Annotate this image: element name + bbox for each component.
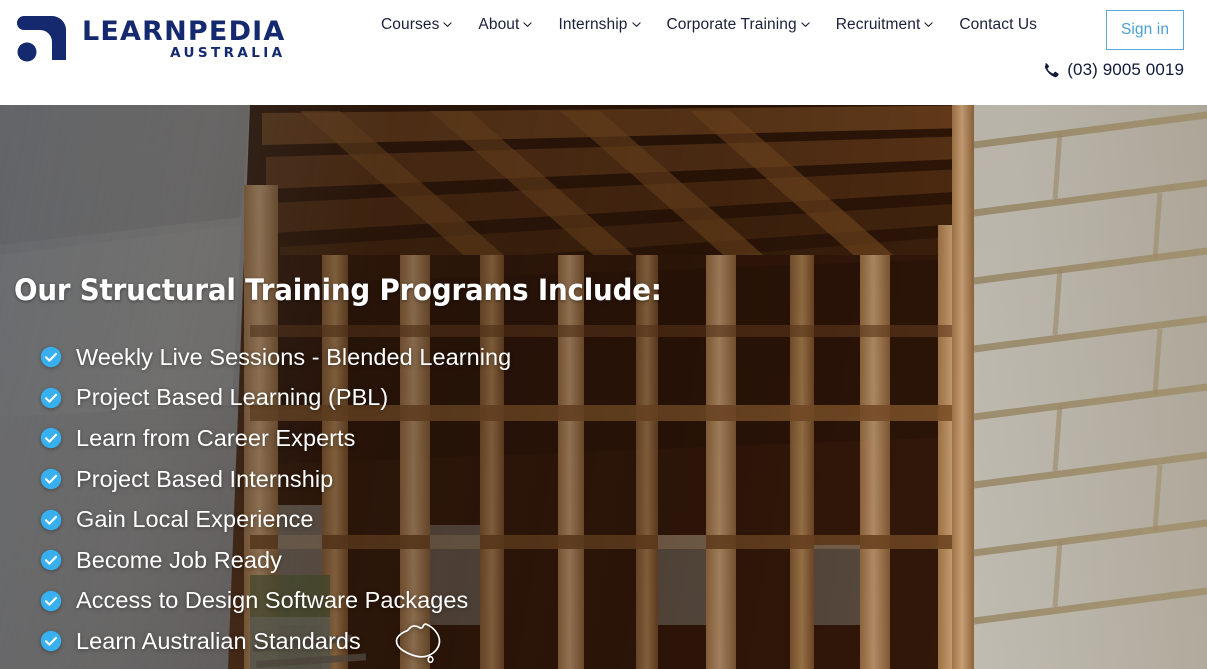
- nav-label: Courses: [381, 16, 440, 33]
- nav-item-recruitment[interactable]: Recruitment: [823, 16, 947, 34]
- list-item: Learn from Career Experts: [40, 418, 511, 459]
- list-item: Become Job Ready: [40, 540, 511, 581]
- list-item: Project Based Internship: [40, 459, 511, 500]
- list-item: Project Based Learning (PBL): [40, 378, 511, 419]
- check-circle-icon: [40, 549, 62, 571]
- nav-item-internship[interactable]: Internship: [545, 16, 653, 34]
- nav-item-about[interactable]: About: [465, 16, 545, 34]
- logo-brand-name: LEARNPEDIA: [82, 15, 286, 47]
- main-navigation: Courses About Internship Corporate Train…: [368, 16, 1050, 34]
- chevron-down-icon: [443, 20, 453, 29]
- chevron-down-icon: [631, 20, 641, 29]
- logo-brand-subtitle: AUSTRALIA: [170, 44, 286, 61]
- list-item: Learn Australian Standards: [40, 618, 511, 664]
- phone-number-text: (03) 9005 0019: [1067, 60, 1184, 79]
- feature-label: Project Based Internship: [76, 465, 334, 492]
- check-circle-icon: [40, 387, 62, 409]
- feature-label: Project Based Learning (PBL): [76, 384, 389, 411]
- hero-banner: Our Structural Training Programs Include…: [0, 105, 1207, 669]
- nav-label: Contact Us: [959, 16, 1038, 33]
- chevron-down-icon: [801, 20, 810, 29]
- check-circle-icon: [40, 590, 62, 612]
- nav-label: Internship: [558, 16, 628, 33]
- feature-label: Learn Australian Standards: [76, 627, 361, 654]
- nav-label: About: [478, 16, 520, 33]
- site-logo[interactable]: LEARNPEDIA AUSTRALIA: [14, 12, 286, 64]
- list-item: Gain Local Experience: [40, 499, 511, 540]
- nav-label: Recruitment: [835, 16, 921, 33]
- nav-item-contact-us[interactable]: Contact Us: [946, 16, 1050, 34]
- check-circle-icon: [40, 509, 62, 531]
- phone-number-link[interactable]: (03) 9005 0019: [1042, 60, 1184, 80]
- nav-label: Corporate Training: [666, 16, 797, 33]
- feature-label: Learn from Career Experts: [76, 424, 356, 451]
- check-circle-icon: [40, 468, 62, 490]
- australia-map-outline-icon: [391, 618, 447, 664]
- hero-title: Our Structural Training Programs Include…: [14, 273, 662, 307]
- hero-feature-list: Weekly Live Sessions - Blended Learning …: [40, 337, 511, 664]
- list-item: Access to Design Software Packages: [40, 581, 511, 622]
- feature-label: Gain Local Experience: [76, 506, 314, 533]
- hero-content: Our Structural Training Programs Include…: [0, 105, 1207, 669]
- check-circle-icon: [40, 630, 62, 652]
- feature-label: Weekly Live Sessions - Blended Learning: [76, 343, 512, 370]
- learnpedia-logo-mark: [14, 12, 70, 64]
- chevron-down-icon: [924, 20, 933, 29]
- chevron-down-icon: [523, 20, 533, 29]
- check-circle-icon: [40, 427, 62, 449]
- nav-item-corporate-training[interactable]: Corporate Training: [654, 16, 823, 34]
- list-item: Weekly Live Sessions - Blended Learning: [40, 337, 511, 378]
- check-circle-icon: [40, 346, 62, 368]
- phone-icon: [1042, 62, 1059, 79]
- nav-item-courses[interactable]: Courses: [368, 16, 465, 34]
- logo-wordmark: LEARNPEDIA AUSTRALIA: [82, 16, 286, 61]
- feature-label: Become Job Ready: [76, 546, 282, 573]
- feature-label: Access to Design Software Packages: [76, 587, 469, 614]
- header-top-row: LEARNPEDIA AUSTRALIA Courses About Inter…: [0, 0, 1207, 62]
- site-header: LEARNPEDIA AUSTRALIA Courses About Inter…: [0, 0, 1207, 105]
- sign-in-button[interactable]: Sign in: [1106, 10, 1184, 50]
